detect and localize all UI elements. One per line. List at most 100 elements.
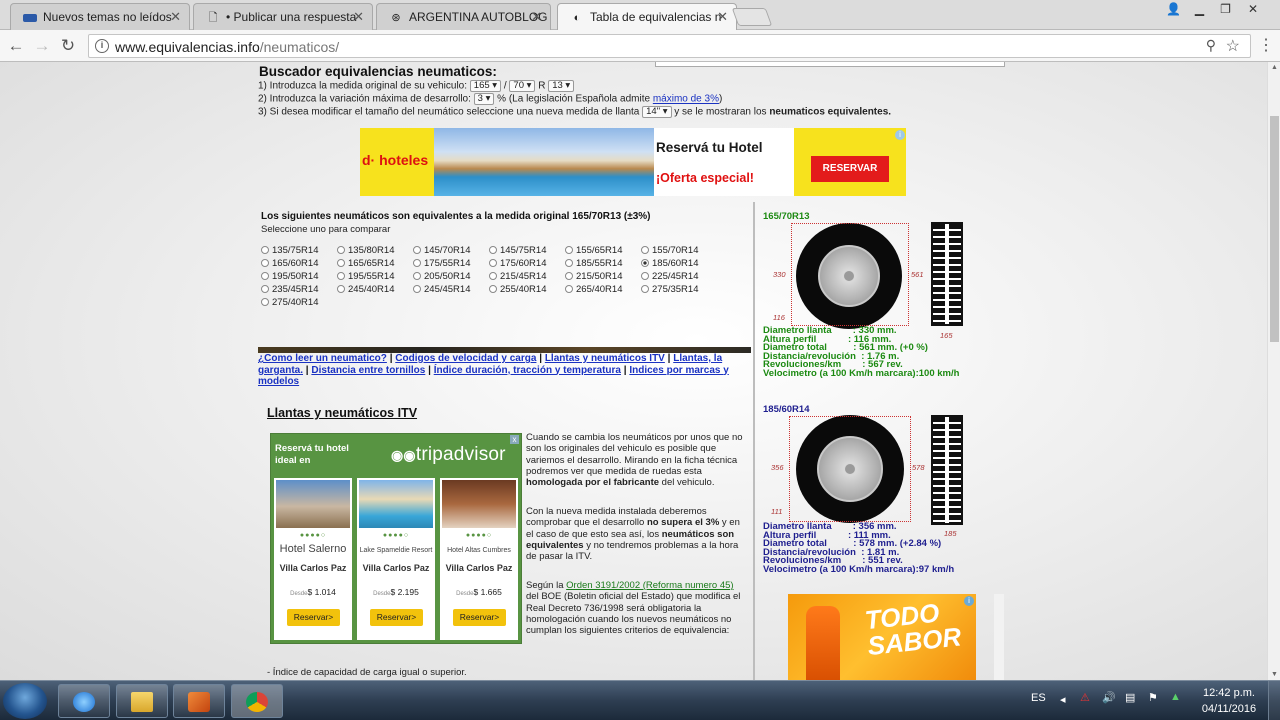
radio-icon[interactable] <box>641 285 649 293</box>
tyre-option-radio[interactable]: 225/45R14 <box>641 271 698 282</box>
new-rim-select[interactable]: 14" ▾ <box>642 106 672 118</box>
tyre-option-radio[interactable]: 135/75R14 <box>261 245 318 256</box>
tyre-option-radio[interactable]: 145/70R14 <box>413 245 470 256</box>
tyre-option-radio[interactable]: 215/50R14 <box>565 271 622 282</box>
show-desktop-button[interactable] <box>1268 681 1280 720</box>
tyre-option-radio[interactable]: 175/55R14 <box>413 258 470 269</box>
scroll-down-icon[interactable]: ▼ <box>1271 671 1278 678</box>
tyre-option-radio[interactable]: 255/40R14 <box>489 284 546 295</box>
address-bar[interactable]: i www.equivalencias.info/neumaticos/ ⚲ ☆ <box>88 34 1251 58</box>
tyre-option-radio[interactable]: 145/75R14 <box>489 245 546 256</box>
menu-icon[interactable]: ⋮ <box>1258 37 1274 55</box>
radio-icon[interactable] <box>413 246 421 254</box>
close-tab-icon[interactable]: ✕ <box>353 9 364 25</box>
tyre-option-radio[interactable]: 245/40R14 <box>337 284 394 295</box>
close-tab-icon[interactable]: ✕ <box>170 9 181 25</box>
radio-icon[interactable] <box>261 298 269 306</box>
radio-icon[interactable] <box>489 246 497 254</box>
user-icon[interactable]: 👤 <box>1160 0 1187 18</box>
width-select[interactable]: 165 ▾ <box>469 80 502 92</box>
close-tab-icon[interactable]: ✕ <box>717 9 728 25</box>
radio-icon[interactable] <box>413 285 421 293</box>
orden-3191-link[interactable]: Orden 3191/2002 (Reforma numero 45) <box>566 580 733 591</box>
radio-icon[interactable] <box>261 272 269 280</box>
show-hidden-icons[interactable]: ◂ <box>1060 693 1066 720</box>
zoom-icon[interactable]: ⚲ <box>1206 37 1216 54</box>
link-distancia-tornillos[interactable]: Distancia entre tornillos <box>311 365 425 376</box>
rim-select[interactable]: 13 ▾ <box>548 80 575 92</box>
minimize-button[interactable]: ▁ <box>1186 0 1213 18</box>
tyre-option-radio[interactable]: 215/45R14 <box>489 271 546 282</box>
bookmark-star-icon[interactable]: ☆ <box>1226 36 1240 56</box>
ad-scrollbar[interactable] <box>994 594 1004 680</box>
radio-icon[interactable] <box>337 246 345 254</box>
tab-argentina-autoblog[interactable]: ⊛ ARGENTINA AUTOBLOG ✕ <box>376 3 551 30</box>
tab-tabla-equivalencias[interactable]: ◐ Tabla de equivalencias n ✕ <box>557 3 737 31</box>
taskbar-ie[interactable] <box>58 684 110 718</box>
tyre-option-radio[interactable]: 175/60R14 <box>489 258 546 269</box>
tyre-option-radio[interactable]: 195/50R14 <box>261 271 318 282</box>
drink-ad[interactable]: TODO SABOR i <box>788 594 976 680</box>
ad-info-icon[interactable]: i <box>964 596 974 606</box>
taskbar-media-player[interactable] <box>173 684 225 718</box>
radio-icon[interactable] <box>261 246 269 254</box>
tripadvisor-ad[interactable]: Reservá tu hotel ideal en ◉◉tripadvisor … <box>270 433 522 644</box>
tyre-option-radio[interactable]: 135/80R14 <box>337 245 394 256</box>
ad-close-icon[interactable]: x <box>510 435 519 444</box>
tyre-option-radio[interactable]: 235/45R14 <box>261 284 318 295</box>
radio-icon[interactable] <box>565 272 573 280</box>
tyre-option-radio[interactable]: 205/50R14 <box>413 271 470 282</box>
reload-button[interactable]: ↻ <box>58 36 78 56</box>
tyre-option-radio[interactable]: 195/55R14 <box>337 271 394 282</box>
scrollbar-thumb[interactable] <box>1270 116 1279 342</box>
radio-icon[interactable] <box>413 259 421 267</box>
variation-select[interactable]: 3 ▾ <box>473 93 495 105</box>
max-3-percent-link[interactable]: máximo de 3% <box>653 94 719 105</box>
radio-icon[interactable] <box>337 259 345 267</box>
ad-info-icon[interactable]: i <box>895 130 905 140</box>
radio-icon[interactable] <box>489 259 497 267</box>
info-icon[interactable]: i <box>95 39 109 53</box>
reservar-button[interactable]: RESERVAR <box>811 156 889 182</box>
tyre-option-radio[interactable]: 245/45R14 <box>413 284 470 295</box>
tyre-option-radio[interactable]: 265/40R14 <box>565 284 622 295</box>
link-llantas-itv[interactable]: Llantas y neumáticos ITV <box>545 353 665 364</box>
radio-icon[interactable] <box>565 259 573 267</box>
radio-icon[interactable] <box>489 285 497 293</box>
radio-icon[interactable] <box>565 246 573 254</box>
action-center-icon[interactable]: ⚑ <box>1148 691 1158 720</box>
taskbar-explorer[interactable] <box>116 684 168 718</box>
new-tab-button[interactable] <box>731 8 773 26</box>
tab-nuevos-temas[interactable]: Nuevos temas no leídos ✕ <box>10 3 190 30</box>
hotel-card[interactable]: ●●●●○ Hotel Salerno Villa Carlos Paz Des… <box>274 478 352 640</box>
tab-publicar-respuesta[interactable]: 🗋 • Publicar una respuesta ✕ <box>193 3 373 30</box>
scroll-up-icon[interactable]: ▲ <box>1271 64 1278 71</box>
link-como-leer[interactable]: ¿Como leer un neumatico? <box>258 353 387 364</box>
drive-sync-icon[interactable]: ▲ <box>1170 691 1181 720</box>
radio-icon[interactable] <box>261 285 269 293</box>
network-icon[interactable]: ▤ <box>1125 691 1135 720</box>
radio-icon[interactable] <box>413 272 421 280</box>
page-scrollbar[interactable]: ▲ ▼ <box>1267 62 1280 680</box>
radio-icon[interactable] <box>261 259 269 267</box>
radio-icon[interactable] <box>641 272 649 280</box>
hotel-reservar-button[interactable]: Reservar> <box>370 609 423 626</box>
taskbar-clock[interactable]: 12:42 p.m. 04/11/2016 <box>1194 685 1264 717</box>
start-button[interactable] <box>3 683 47 719</box>
hotel-card[interactable]: ●●●●○ Lake Spameldie Resort Villa Carlos… <box>357 478 435 640</box>
antivirus-icon[interactable]: ⚠ <box>1080 691 1090 720</box>
tyre-option-radio[interactable]: 165/65R14 <box>337 258 394 269</box>
hotel-card[interactable]: ●●●●○ Hotel Altas Cumbres Villa Carlos P… <box>440 478 518 640</box>
language-indicator[interactable]: ES <box>1031 692 1046 720</box>
radio-icon[interactable] <box>565 285 573 293</box>
radio-icon[interactable] <box>641 259 649 267</box>
forward-button[interactable]: → <box>32 36 52 56</box>
taskbar-chrome[interactable] <box>231 684 283 718</box>
profile-select[interactable]: 70 ▾ <box>509 80 536 92</box>
tyre-option-radio[interactable]: 185/55R14 <box>565 258 622 269</box>
tyre-option-radio[interactable]: 185/60R14 <box>641 258 698 269</box>
hotel-reservar-button[interactable]: Reservar> <box>453 609 506 626</box>
close-tab-icon[interactable]: ✕ <box>531 9 542 25</box>
link-indice-duracion[interactable]: Índice duración, tracción y temperatura <box>434 365 621 376</box>
tyre-option-radio[interactable]: 275/35R14 <box>641 284 698 295</box>
